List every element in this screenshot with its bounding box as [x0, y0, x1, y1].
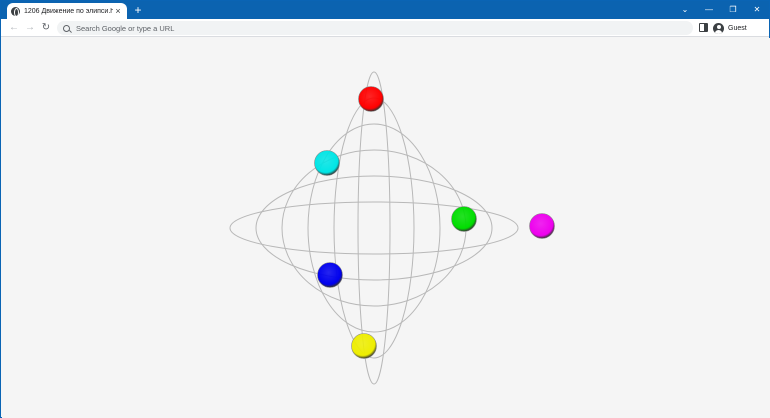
- orbit-horizontal: [281, 149, 467, 307]
- balls: [314, 86, 555, 359]
- reload-button[interactable]: ↻: [39, 21, 53, 35]
- back-button[interactable]: ←: [7, 21, 21, 35]
- ball-cyan[interactable]: [314, 150, 340, 176]
- profile-label: Guest: [728, 24, 747, 32]
- tab-title: 1206 Движение по элипси.html: [24, 7, 113, 15]
- minimize-button[interactable]: —: [697, 1, 721, 19]
- forward-button[interactable]: →: [23, 21, 37, 35]
- browser-toolbar: ← → ↻ Search Google or type a URL Guest: [1, 19, 769, 37]
- globe-icon: [11, 6, 20, 17]
- side-panel-icon[interactable]: [699, 23, 708, 32]
- ball-magenta[interactable]: [529, 213, 555, 239]
- orbit-lines: [229, 71, 519, 385]
- search-icon: [63, 24, 70, 32]
- restore-button[interactable]: ❐: [721, 1, 745, 19]
- ball-yellow[interactable]: [351, 333, 377, 359]
- profile-button[interactable]: Guest: [713, 21, 747, 35]
- address-bar[interactable]: Search Google or type a URL: [57, 21, 693, 35]
- ball-blue[interactable]: [317, 262, 343, 288]
- ball-green[interactable]: [451, 206, 477, 232]
- avatar-icon: [713, 22, 724, 34]
- orbit-horizontal: [333, 97, 415, 359]
- ball-red[interactable]: [358, 86, 384, 112]
- close-tab-icon[interactable]: ×: [113, 6, 123, 16]
- tab-search-button[interactable]: ⌄: [673, 1, 697, 19]
- tab-active[interactable]: 1206 Движение по элипси.html ×: [7, 3, 127, 19]
- ellipse-motion-scene: [229, 71, 555, 385]
- window-controls: ⌄ — ❐ ✕: [673, 1, 769, 19]
- orbit-horizontal: [229, 201, 519, 255]
- browser-window: 1206 Движение по элипси.html × + ⌄ — ❐ ✕…: [0, 0, 770, 418]
- new-tab-button[interactable]: +: [131, 3, 145, 17]
- tab-strip: 1206 Движение по элипси.html × + ⌄ — ❐ ✕: [1, 1, 769, 19]
- address-placeholder: Search Google or type a URL: [76, 23, 175, 33]
- close-window-button[interactable]: ✕: [745, 1, 769, 19]
- page-viewport: [2, 38, 770, 418]
